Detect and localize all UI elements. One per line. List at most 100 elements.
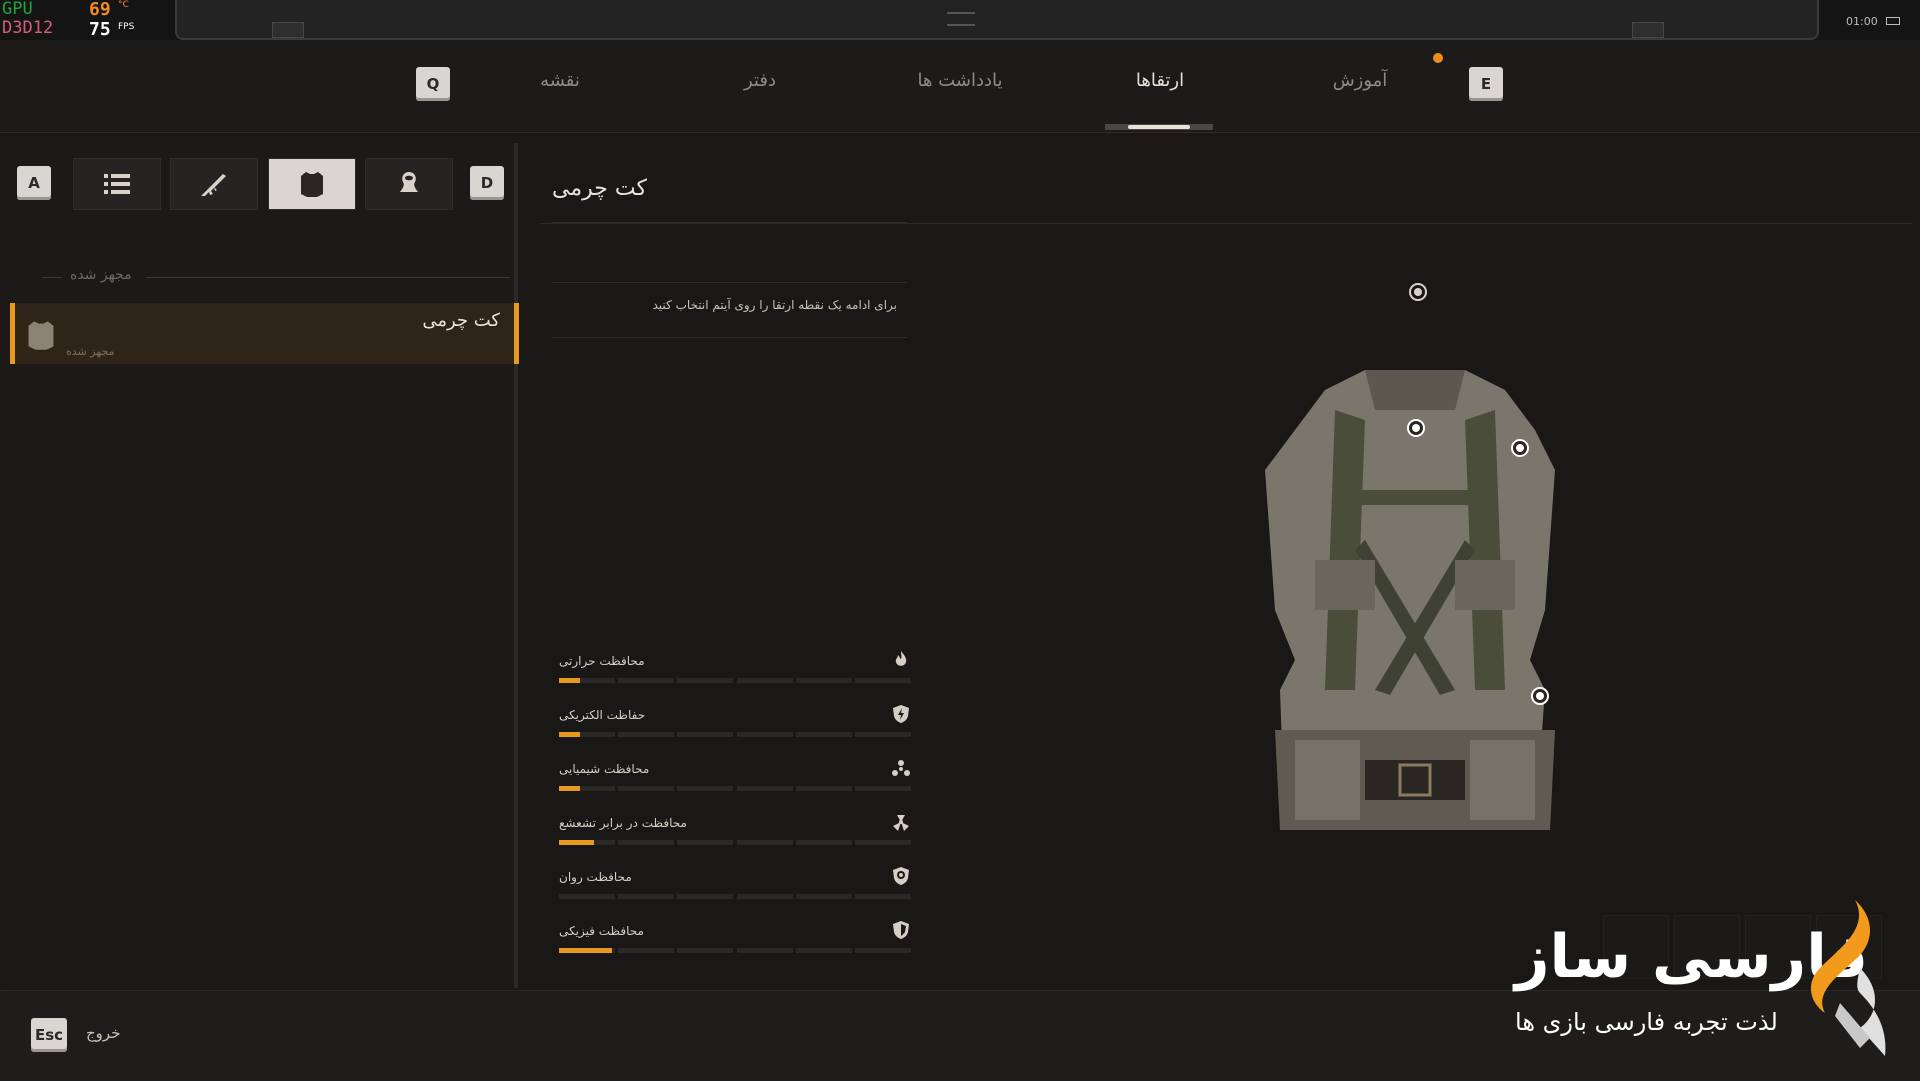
- section-divider: [42, 277, 62, 278]
- stat-bar-segment: [677, 948, 734, 953]
- stat-bar-segment: [736, 840, 793, 845]
- filter-weapons-button[interactable]: [170, 158, 258, 210]
- psy-shield-icon: [893, 867, 909, 885]
- jacket-icon: [28, 321, 54, 350]
- hud-temperature-unit: °C: [118, 0, 129, 10]
- hud-temperature: 69: [89, 0, 111, 20]
- upgrade-tree-line: [552, 282, 907, 283]
- flame-icon: [895, 651, 907, 666]
- stat-bar-segment: [854, 732, 911, 737]
- filter-artifacts-button[interactable]: [365, 158, 453, 210]
- upgrade-point[interactable]: [1408, 282, 1428, 302]
- filter-next-key[interactable]: D: [470, 166, 504, 200]
- stat-label: محافظت شیمیایی: [559, 762, 650, 776]
- filter-all-button[interactable]: [73, 158, 161, 210]
- stat-bar-segment: [854, 948, 911, 953]
- active-tab-glow: [1128, 125, 1190, 129]
- stat-bar: [559, 678, 911, 683]
- tab-tutorial[interactable]: آموزش: [1280, 70, 1440, 91]
- stat-bar: [559, 948, 911, 953]
- stat-bar-fill: [559, 948, 612, 953]
- stat-bar-segment: [618, 840, 675, 845]
- stat-bar-segment: [618, 786, 675, 791]
- stat-bar-segment: [736, 678, 793, 683]
- inventory-item-name: کت چرمی: [422, 310, 500, 331]
- nav-prev-key[interactable]: Q: [416, 67, 450, 101]
- tab-map[interactable]: نقشه: [480, 70, 640, 91]
- top-frame: [175, 0, 1819, 40]
- inventory-item-status: مجهز شده: [66, 345, 115, 358]
- physical-shield-icon: [893, 921, 909, 939]
- exit-button[interactable]: خروج: [86, 1024, 120, 1042]
- notification-dot: [1433, 53, 1443, 63]
- hud-fps-unit: FPS: [118, 22, 135, 32]
- stat-bar-segment: [736, 894, 793, 899]
- stat-bar-segment: [795, 894, 852, 899]
- hud-fps: 75: [89, 19, 111, 40]
- stat-bar-segment: [618, 894, 675, 899]
- hud-gpu-label: GPU: [2, 0, 33, 19]
- rifle-icon: [201, 174, 226, 196]
- hud-api-label: D3D12: [2, 18, 54, 38]
- stat-label: محافظت حرارتی: [559, 654, 645, 668]
- stat-label: محافظت در برابر تشعشع: [559, 816, 687, 830]
- armor-icon: [301, 172, 323, 197]
- upgrade-point[interactable]: [1530, 686, 1550, 706]
- item-title: کت چرمی: [552, 176, 647, 201]
- equipped-section-title: مجهز شده: [70, 267, 132, 283]
- upgrade-point[interactable]: [1406, 418, 1426, 438]
- tab-upgrades[interactable]: ارتقاها: [1080, 70, 1240, 91]
- list-icon: [104, 174, 130, 194]
- stat-bar-segment: [736, 948, 793, 953]
- stat-bar-segment: [795, 732, 852, 737]
- clock: 01:00: [1846, 15, 1878, 28]
- filter-armor-button[interactable]: [268, 158, 356, 210]
- stat-label: حفاظت الکتریکی: [559, 708, 646, 722]
- flame-logo-icon: [1810, 900, 1886, 1056]
- section-divider: [146, 277, 510, 278]
- stat-bar-segment: [677, 678, 734, 683]
- stat-bar-segment: [854, 840, 911, 845]
- stat-bar-segment: [854, 786, 911, 791]
- stat-bar-segment: [736, 732, 793, 737]
- artifact-icon: [400, 172, 418, 192]
- battery-icon: [1886, 17, 1900, 25]
- radiation-icon: [893, 815, 909, 831]
- stat-bar-fill: [559, 786, 581, 791]
- stat-bar-segment: [618, 948, 675, 953]
- stat-bar-segment: [795, 786, 852, 791]
- stat-bar-segment: [559, 894, 616, 899]
- frame-grip: [947, 12, 975, 26]
- stat-bar: [559, 732, 911, 737]
- watermark-tagline: لذت تجربه فارسی بازی ها: [1515, 1008, 1778, 1036]
- electric-shield-icon: [893, 705, 909, 723]
- tab-journal[interactable]: دفتر: [680, 70, 840, 91]
- stat-bar-segment: [854, 678, 911, 683]
- esc-key[interactable]: Esc: [31, 1018, 67, 1052]
- stat-label: محافظت فیزیکی: [559, 924, 644, 938]
- stat-bar-segment: [795, 678, 852, 683]
- title-divider: [540, 223, 1912, 224]
- stat-bar: [559, 894, 911, 899]
- stat-bar-segment: [618, 678, 675, 683]
- nav-next-key[interactable]: E: [1469, 67, 1503, 101]
- chemical-icon: [892, 760, 910, 776]
- tab-notes[interactable]: یادداشت ها: [880, 70, 1040, 91]
- stat-bar-fill: [559, 732, 581, 737]
- stat-bar-segment: [677, 894, 734, 899]
- stat-bar-segment: [854, 894, 911, 899]
- stat-bar-segment: [677, 786, 734, 791]
- stat-bar: [559, 786, 911, 791]
- frame-notch: [1632, 22, 1664, 38]
- upgrade-tree-line: [552, 222, 907, 223]
- stat-bar-segment: [795, 948, 852, 953]
- stat-bar-segment: [677, 840, 734, 845]
- filter-prev-key[interactable]: A: [17, 166, 51, 200]
- stat-bar-fill: [559, 840, 595, 845]
- stat-bar-fill: [559, 678, 581, 683]
- stat-label: محافظت روان: [559, 870, 632, 884]
- upgrade-point[interactable]: [1510, 438, 1530, 458]
- stat-bar-segment: [618, 732, 675, 737]
- frame-notch: [272, 22, 304, 38]
- stat-bar-segment: [736, 786, 793, 791]
